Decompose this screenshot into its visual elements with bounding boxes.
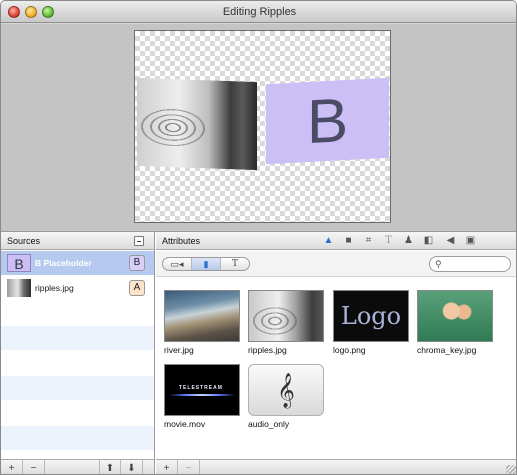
river-thumb: [164, 290, 240, 342]
list-stripe: [1, 426, 154, 450]
preview-canvas[interactable]: B: [134, 30, 391, 223]
preview-area: B: [1, 24, 516, 231]
text-icon[interactable]: T: [382, 235, 395, 247]
media-item[interactable]: Logo logo.png: [333, 290, 411, 355]
image-filter-icon[interactable]: ▮: [192, 258, 221, 270]
movie-thumb: TELESTREAM: [164, 364, 240, 416]
media-name: audio_only: [248, 419, 290, 429]
media-item[interactable]: TELESTREAM movie.mov: [164, 364, 242, 429]
movie-thumb-text: TELESTREAM: [179, 385, 223, 391]
sources-toolbar: + − ⬆ ⬇: [1, 459, 154, 474]
text-filter-icon[interactable]: T: [221, 258, 249, 270]
attributes-pane: Attributes ▲ ■ ⌗ T ♟ ◧ ◀ ▣ ▭◂ ▮ T ⚲ rive…: [156, 232, 516, 474]
media-name: chroma_key.jpg: [417, 345, 477, 355]
shapes-icon[interactable]: ▲: [322, 235, 335, 247]
list-stripe: [1, 326, 154, 350]
source-name: ripples.jpg: [35, 283, 74, 293]
source-tag[interactable]: A: [129, 280, 145, 296]
move-down-button[interactable]: ⬇: [121, 460, 143, 474]
attributes-toolbar: + −: [156, 459, 516, 474]
image-thumb: [7, 279, 31, 297]
placeholder-letter: B: [306, 85, 349, 157]
movie-thumb-line: [169, 394, 235, 396]
list-stripe: [1, 376, 154, 400]
lower-pane: Sources B B Placeholder B ripples.jpg A …: [1, 231, 516, 474]
crop-icon[interactable]: ⌗: [362, 235, 375, 247]
remove-source-button[interactable]: −: [23, 460, 45, 474]
attributes-title: Attributes: [162, 236, 201, 246]
add-source-button[interactable]: +: [1, 460, 23, 474]
logo-thumb: Logo: [333, 290, 409, 342]
resize-grip[interactable]: [506, 465, 516, 474]
person-icon[interactable]: ♟: [402, 235, 415, 247]
search-icon: ⚲: [435, 259, 442, 269]
media-item[interactable]: 𝄞 audio_only: [248, 364, 326, 429]
media-filter: ▭◂ ▮ T: [162, 257, 250, 271]
media-name: movie.mov: [164, 419, 206, 429]
filter-bar: ▭◂ ▮ T ⚲: [156, 251, 516, 277]
move-up-button[interactable]: ⬆: [99, 460, 121, 474]
speaker-icon[interactable]: ◀: [444, 235, 457, 247]
media-name: logo.png: [333, 345, 366, 355]
music-note-icon: 𝄞: [248, 364, 324, 416]
placeholder-layer[interactable]: B: [266, 77, 389, 165]
media-grid: river.jpg ripples.jpg Logo logo.png chro…: [156, 278, 516, 458]
remove-media-button[interactable]: −: [178, 460, 200, 474]
settings-icon[interactable]: ▣: [464, 235, 477, 247]
source-tag[interactable]: B: [129, 255, 145, 271]
source-name: B Placeholder: [35, 258, 92, 268]
search-field[interactable]: ⚲: [429, 256, 511, 272]
title-bar: Editing Ripples: [1, 1, 516, 23]
media-name: river.jpg: [164, 345, 194, 355]
media-item[interactable]: chroma_key.jpg: [417, 290, 495, 355]
source-item[interactable]: B B Placeholder B: [1, 251, 154, 275]
window-title: Editing Ripples: [222, 6, 297, 18]
collapse-icon[interactable]: [134, 236, 144, 246]
source-item[interactable]: ripples.jpg A: [1, 276, 154, 300]
sources-header: Sources: [1, 232, 154, 250]
editor-window: Editing Ripples B Sources B B Placeholde…: [0, 0, 517, 475]
ripples-thumb: [248, 290, 324, 342]
video-filter-icon[interactable]: ▭◂: [163, 258, 192, 270]
chroma-thumb: [417, 290, 493, 342]
media-item[interactable]: river.jpg: [164, 290, 242, 355]
media-name: ripples.jpg: [248, 345, 287, 355]
attributes-header: Attributes ▲ ■ ⌗ T ♟ ◧ ◀ ▣: [156, 232, 516, 250]
sources-pane: Sources B B Placeholder B ripples.jpg A …: [1, 232, 155, 474]
placeholder-thumb: B: [7, 254, 31, 272]
add-media-button[interactable]: +: [156, 460, 178, 474]
sources-title: Sources: [7, 236, 41, 246]
folder-icon[interactable]: ■: [342, 235, 355, 247]
media-item[interactable]: ripples.jpg: [248, 290, 326, 355]
layout-icon[interactable]: ◧: [422, 235, 435, 247]
ripples-layer[interactable]: [137, 77, 257, 171]
